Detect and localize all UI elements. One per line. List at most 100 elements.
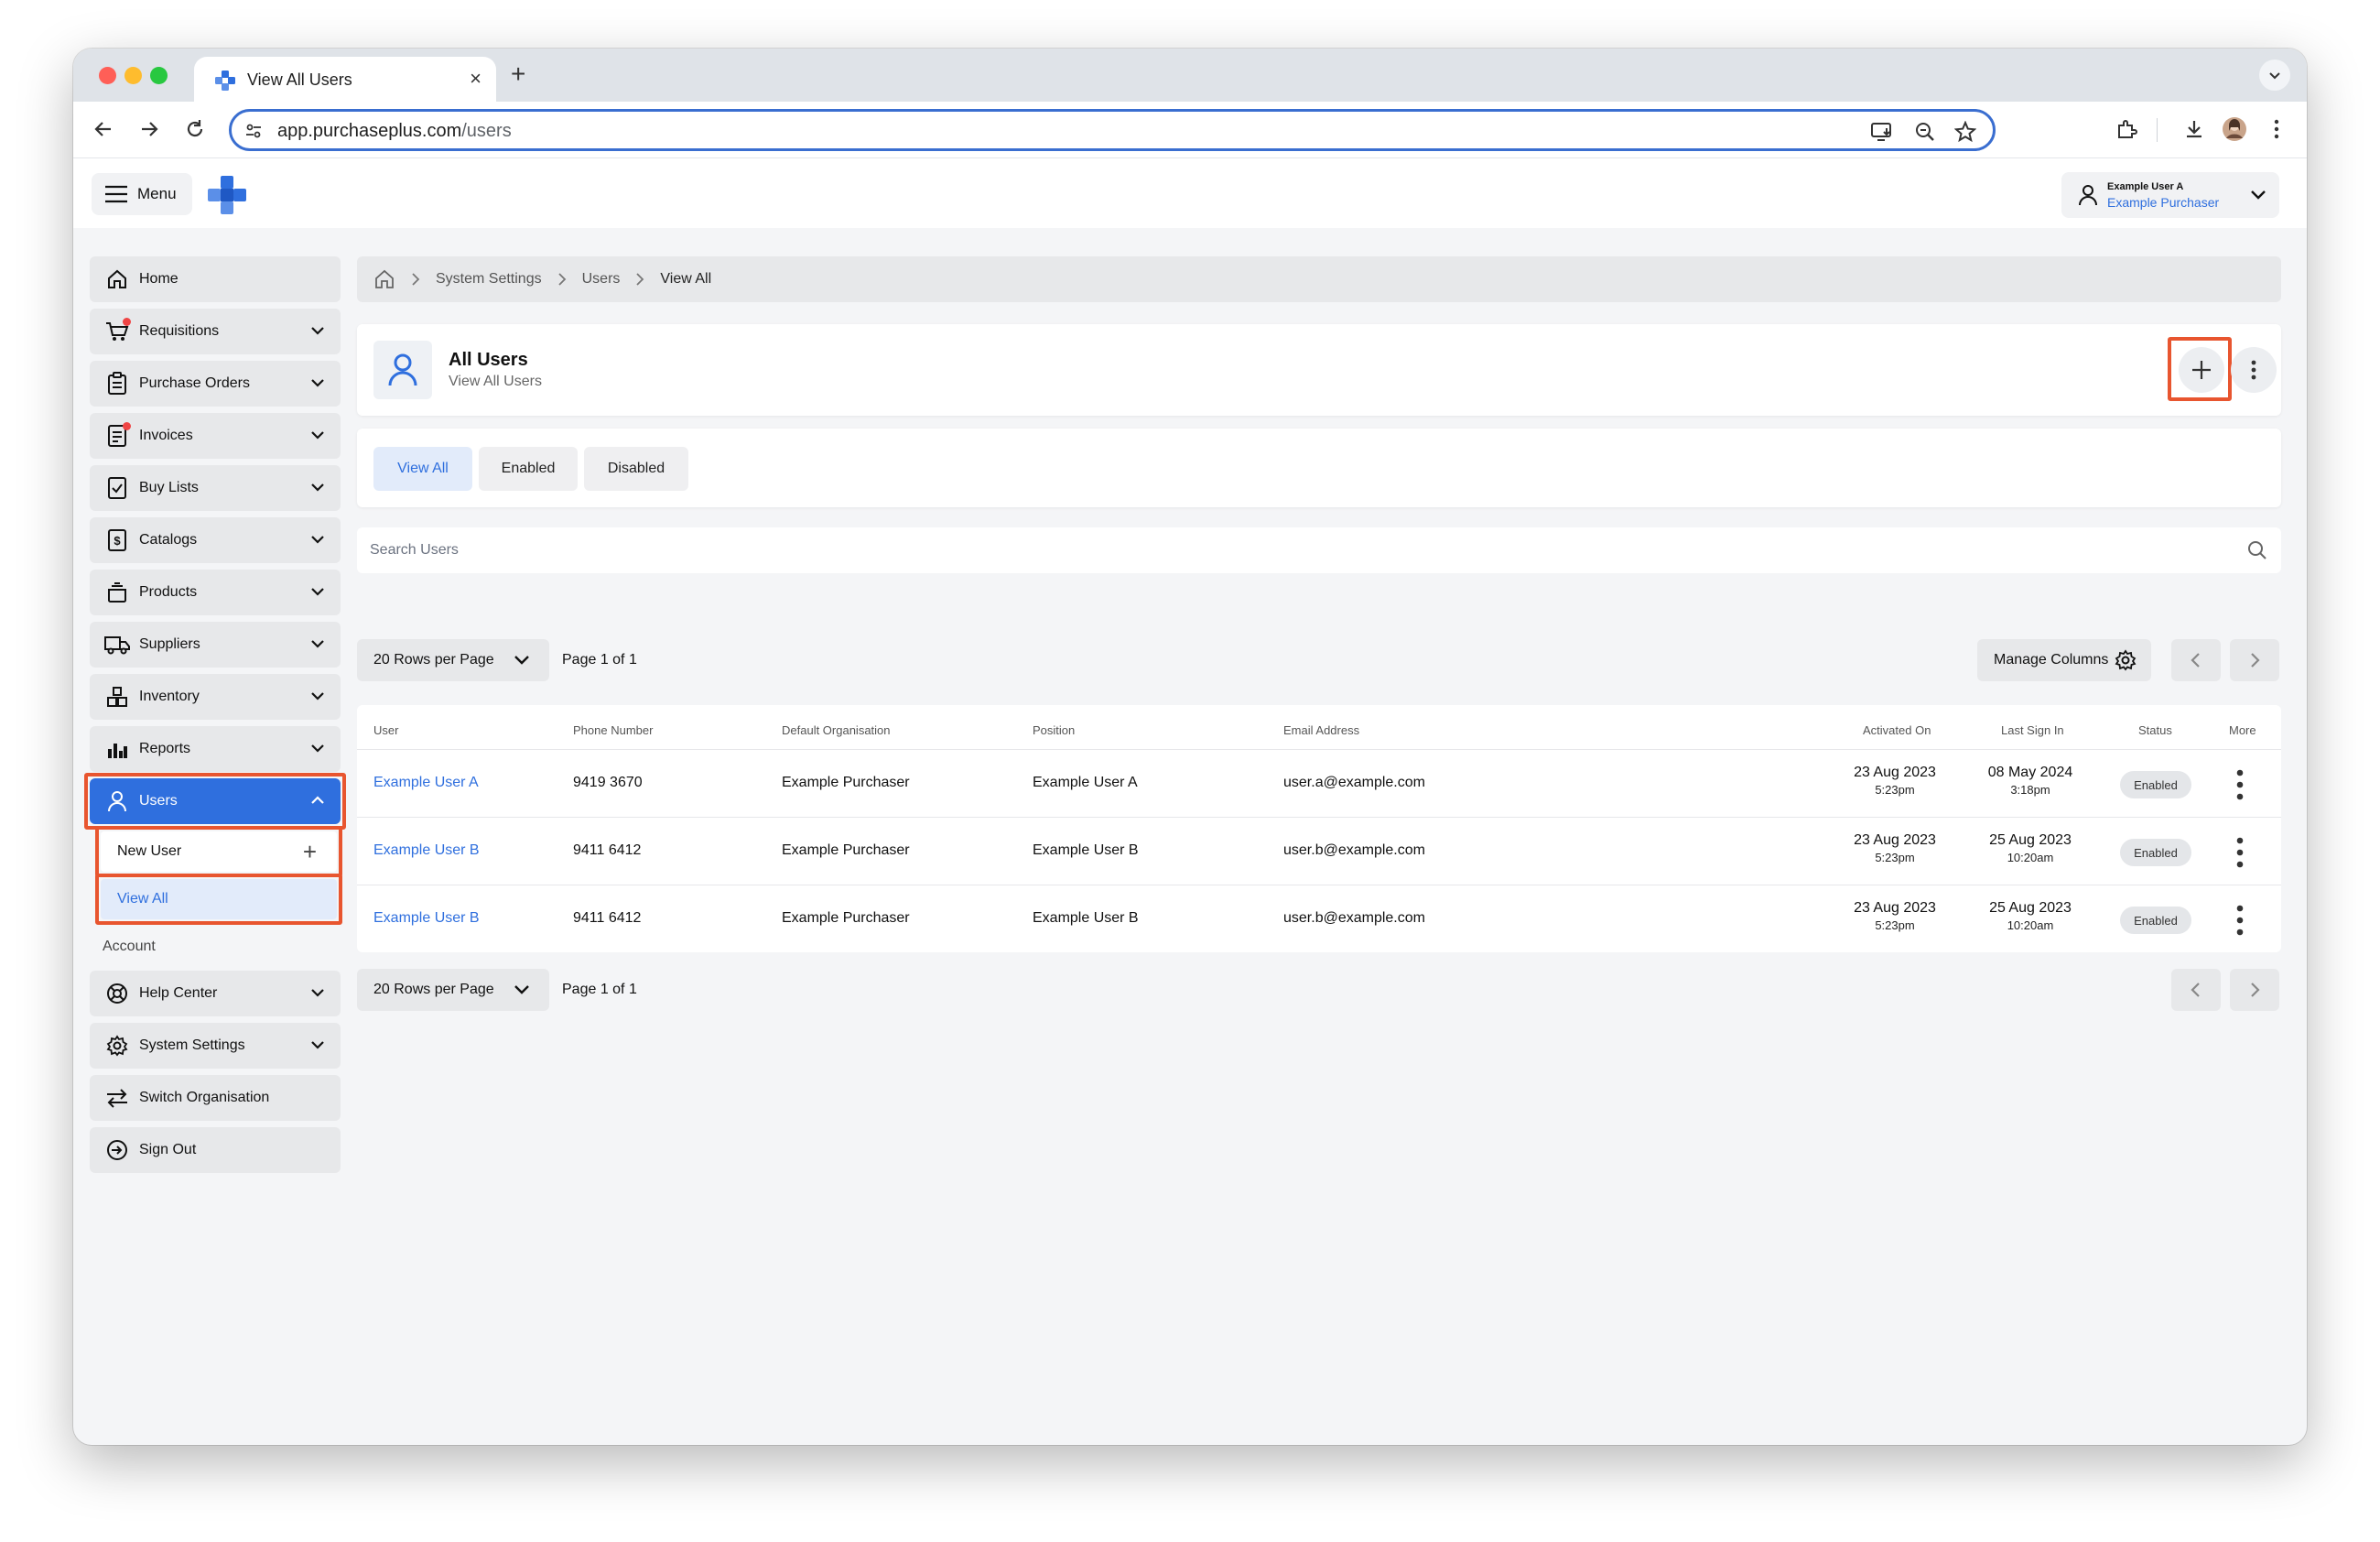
extensions-button[interactable] [2113, 115, 2140, 143]
site-info-icon[interactable] [244, 122, 263, 140]
next-page-button[interactable] [2230, 969, 2279, 1011]
purchaseplus-logo[interactable] [207, 175, 247, 215]
column-header-activated-on[interactable]: Activated On [1863, 723, 1931, 737]
column-header-user[interactable]: User [373, 723, 398, 737]
column-header-position[interactable]: Position [1033, 723, 1075, 737]
search-icon[interactable] [2246, 539, 2268, 561]
last-sign-in-date: 25 Aug 2023 [1989, 832, 2072, 848]
sidebar-item-requisitions[interactable]: Requisitions [90, 309, 341, 354]
browser-tab[interactable]: View All Users × [194, 57, 496, 102]
bookmark-star-icon[interactable] [1954, 121, 1976, 143]
catalog-icon: $ [104, 527, 130, 553]
table-row[interactable]: Example User B 9411 6412 Example Purchas… [357, 817, 2281, 885]
browser-menu-button[interactable] [2263, 115, 2290, 143]
sidebar-item-home[interactable]: Home [90, 256, 341, 302]
chevron-left-icon [2191, 983, 2200, 997]
row-more-button[interactable] [2231, 766, 2249, 803]
phone-cell: 9419 3670 [573, 775, 643, 790]
tab-enabled[interactable]: Enabled [479, 447, 578, 491]
next-page-button[interactable] [2230, 639, 2279, 681]
breadcrumb-system-settings[interactable]: System Settings [436, 271, 542, 288]
column-header-email[interactable]: Email Address [1283, 723, 1359, 737]
last-sign-in-date: 08 May 2024 [1987, 765, 2073, 780]
sidebar-item-reports[interactable]: Reports [90, 726, 341, 772]
menu-button[interactable]: Menu [92, 173, 192, 215]
last-sign-in-time: 10:20am [2007, 918, 2054, 932]
chevron-down-icon [311, 1041, 324, 1049]
more-vertical-icon [2274, 119, 2279, 139]
breadcrumb-view-all: View All [660, 271, 712, 287]
bottom-pagination: 20 Rows per Page Page 1 of 1 [357, 969, 2281, 1011]
rows-per-page-select[interactable]: 20 Rows per Page [357, 639, 549, 681]
account-name: Example User A [2107, 181, 2184, 192]
svg-text:$: $ [114, 534, 121, 548]
reload-button[interactable] [181, 115, 209, 143]
row-more-button[interactable] [2231, 902, 2249, 939]
sidebar-item-sign-out[interactable]: Sign Out [90, 1127, 341, 1173]
user-name-link[interactable]: Example User A [373, 775, 479, 791]
sidebar-item-catalogs[interactable]: $ Catalogs [90, 517, 341, 563]
close-window-button[interactable] [99, 67, 116, 84]
account-switcher[interactable]: Example User A Example Purchaser [2061, 172, 2279, 218]
account-section-heading: Account [103, 939, 156, 954]
zoom-icon[interactable] [1914, 121, 1936, 143]
downloads-button[interactable] [2180, 115, 2208, 143]
row-more-button[interactable] [2231, 834, 2249, 871]
search-input[interactable]: Search Users [357, 527, 2281, 573]
rows-per-page-label: 20 Rows per Page [373, 652, 494, 668]
sidebar-item-switch-organisation[interactable]: Switch Organisation [90, 1075, 341, 1121]
column-header-organisation[interactable]: Default Organisation [782, 723, 891, 737]
sidebar-item-system-settings[interactable]: System Settings [90, 1023, 341, 1069]
search-placeholder: Search Users [370, 542, 459, 558]
back-button[interactable] [90, 115, 117, 143]
column-header-more: More [2229, 723, 2256, 737]
box-icon [104, 580, 130, 605]
user-name-link[interactable]: Example User B [373, 842, 480, 859]
minimize-window-button[interactable] [124, 67, 142, 84]
last-sign-in-time: 3:18pm [2010, 783, 2050, 797]
sidebar-item-purchase-orders[interactable]: Purchase Orders [90, 361, 341, 407]
tab-disabled[interactable]: Disabled [584, 447, 688, 491]
forward-button[interactable] [135, 115, 163, 143]
sidebar-item-buy-lists[interactable]: Buy Lists [90, 465, 341, 511]
table-row[interactable]: Example User A 9419 3670 Example Purchas… [357, 749, 2281, 817]
arrow-right-icon [142, 122, 158, 136]
more-options-button[interactable] [2231, 347, 2277, 393]
previous-page-button[interactable] [2171, 969, 2221, 1011]
chevron-left-icon [2191, 653, 2200, 668]
breadcrumb-users[interactable]: Users [582, 271, 621, 288]
tab-search-button[interactable] [2259, 60, 2290, 91]
tab-view-all[interactable]: View All [373, 447, 472, 491]
rows-per-page-select[interactable]: 20 Rows per Page [357, 969, 549, 1011]
rows-per-page-label: 20 Rows per Page [373, 982, 494, 997]
tab-close-icon[interactable]: × [470, 67, 481, 91]
checklist-icon [104, 475, 130, 501]
manage-columns-button[interactable]: Manage Columns [1977, 639, 2151, 681]
tab-strip: View All Users × + [73, 49, 2307, 102]
sidebar-item-label: Reports [139, 741, 191, 756]
column-header-status[interactable]: Status [2138, 723, 2172, 737]
email-cell: user.b@example.com [1283, 910, 1425, 926]
install-app-icon[interactable] [1870, 121, 1894, 143]
previous-page-button[interactable] [2171, 639, 2221, 681]
page-info: Page 1 of 1 [562, 982, 637, 997]
puzzle-icon [2118, 120, 2137, 138]
maximize-window-button[interactable] [150, 67, 168, 84]
invoice-icon [104, 422, 131, 449]
address-bar[interactable]: app.purchaseplus.com/users [229, 109, 1996, 151]
sidebar-item-suppliers[interactable]: Suppliers [90, 622, 341, 668]
signout-icon [104, 1137, 130, 1163]
sidebar-item-help-center[interactable]: Help Center [90, 971, 341, 1016]
new-tab-button[interactable]: + [511, 61, 525, 87]
reload-icon [187, 120, 203, 137]
breadcrumb-home[interactable] [373, 268, 395, 290]
sidebar-item-invoices[interactable]: Invoices [90, 413, 341, 459]
highlight-box [84, 773, 346, 830]
user-name-link[interactable]: Example User B [373, 910, 480, 927]
column-header-last-sign-in[interactable]: Last Sign In [2001, 723, 2064, 737]
table-row[interactable]: Example User B 9411 6412 Example Purchas… [357, 885, 2281, 952]
sidebar-item-inventory[interactable]: Inventory [90, 674, 341, 720]
sidebar-item-products[interactable]: Products [90, 570, 341, 615]
column-header-phone[interactable]: Phone Number [573, 723, 653, 737]
profile-avatar[interactable] [2221, 115, 2248, 143]
